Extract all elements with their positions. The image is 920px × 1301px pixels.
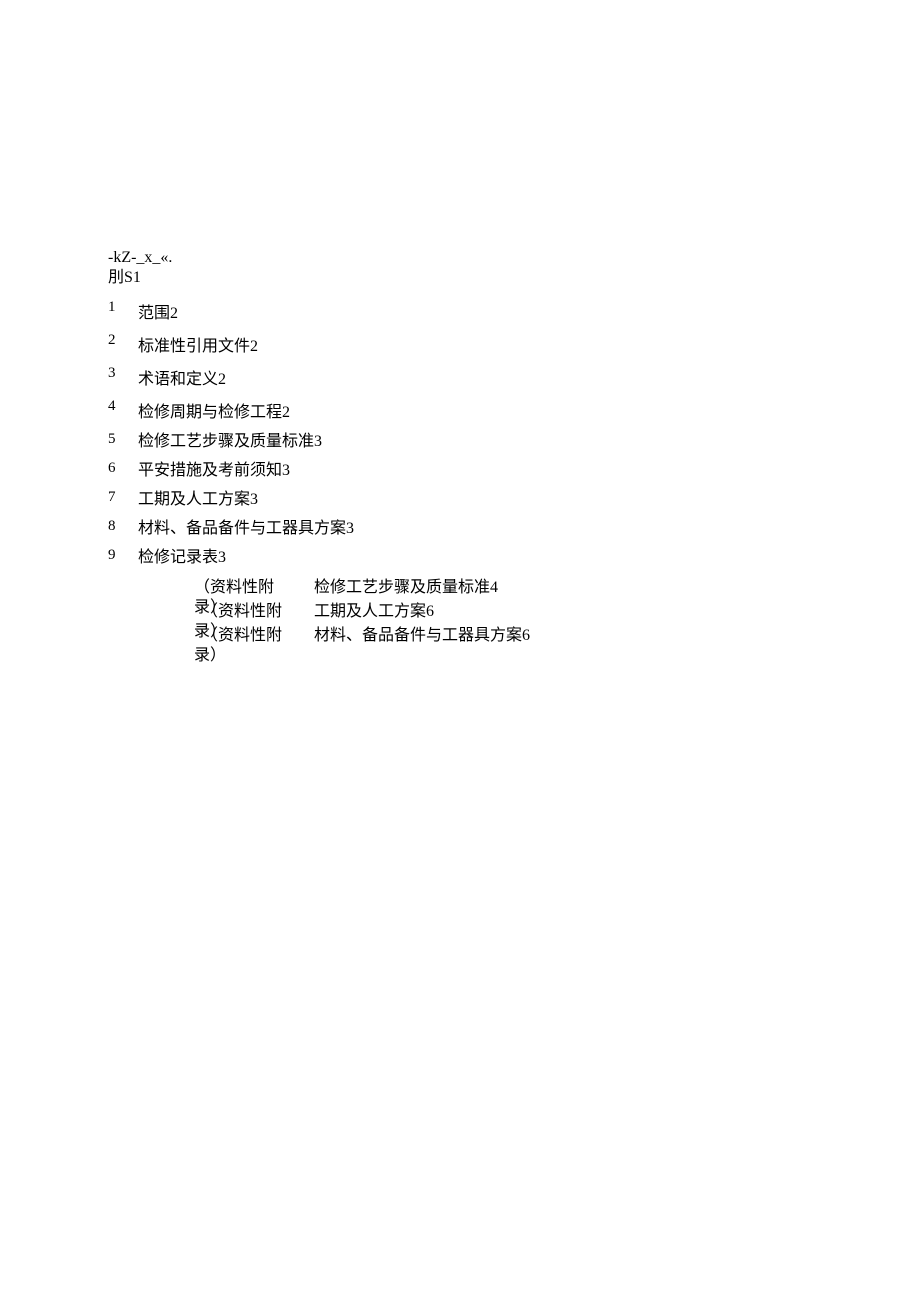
toc-row: 9 检修记录表3 [108, 542, 920, 571]
toc-entry: 检修记录表3 [138, 542, 226, 571]
toc-number: 6 [108, 455, 138, 482]
toc-row: 8 材料、备品备件与工器具方案3 [108, 513, 920, 542]
toc-container: 1 范围2 2 标准性引用文件2 3 术语和定义2 4 检修周期与检修工程2 5… [108, 294, 920, 571]
toc-entry: 范围2 [138, 294, 178, 327]
toc-row: 7 工期及人工方案3 [108, 484, 920, 513]
toc-number: 8 [108, 513, 138, 540]
toc-number: 9 [108, 542, 138, 569]
toc-entry: 平安措施及考前须知3 [138, 455, 290, 484]
appendix-entry: 材料、备品备件与工器具方案6 [314, 621, 530, 645]
toc-entry: 术语和定义2 [138, 360, 226, 393]
toc-number: 7 [108, 484, 138, 511]
header-line-2: 刖S1 [108, 268, 920, 288]
toc-row: 6 平安措施及考前须知3 [108, 455, 920, 484]
toc-number: 3 [108, 360, 138, 387]
header-line-1: -kZ-_x_«. [108, 248, 920, 268]
toc-number: 1 [108, 294, 138, 321]
toc-row: 2 标准性引用文件2 [108, 327, 920, 360]
toc-row: 1 范围2 [108, 294, 920, 327]
toc-entry: 材料、备品备件与工器具方案3 [138, 513, 354, 542]
appendix-label-wrap: 录） [194, 641, 226, 665]
toc-entry: 标准性引用文件2 [138, 327, 258, 360]
toc-number: 2 [108, 327, 138, 354]
toc-row: 4 检修周期与检修工程2 [108, 393, 920, 426]
toc-entry: 检修工艺步骤及质量标准3 [138, 426, 322, 455]
toc-number: 5 [108, 426, 138, 453]
toc-number: 4 [108, 393, 138, 420]
toc-row: 5 检修工艺步骤及质量标准3 [108, 426, 920, 455]
appendix-entry: 检修工艺步骤及质量标准4 [314, 573, 498, 597]
appendix-entry: 工期及人工方案6 [314, 597, 434, 621]
toc-row: 3 术语和定义2 [108, 360, 920, 393]
appendix-container: （资料性附 检修工艺步骤及质量标准4 录） （资料性附 工期及人工方案6 录） … [194, 573, 920, 669]
toc-entry: 检修周期与检修工程2 [138, 393, 290, 426]
toc-entry: 工期及人工方案3 [138, 484, 258, 513]
